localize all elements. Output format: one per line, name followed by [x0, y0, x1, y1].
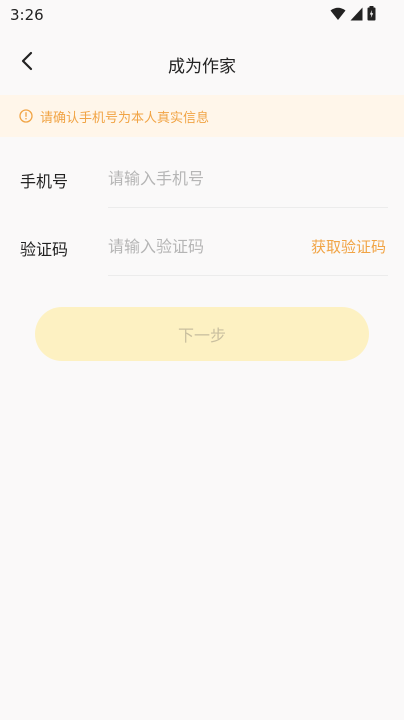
code-row: 验证码 获取验证码	[0, 218, 404, 278]
status-time: 3:26	[10, 6, 44, 24]
info-circle-icon	[19, 109, 33, 123]
status-bar: 3:26	[0, 0, 404, 32]
code-label: 验证码	[20, 240, 69, 259]
code-divider	[108, 275, 388, 276]
battery-icon	[367, 6, 376, 21]
cell-signal-icon	[350, 7, 363, 21]
code-input[interactable]	[108, 228, 298, 264]
notice-text: 请确认手机号为本人真实信息	[40, 110, 210, 126]
status-icons	[330, 6, 376, 21]
phone-label: 手机号	[20, 172, 69, 191]
header: 成为作家	[0, 40, 404, 86]
page-title: 成为作家	[168, 57, 236, 77]
next-button[interactable]: 下一步	[35, 307, 369, 361]
screen: 3:26 成为作家 请确认手机号为本人真实信息 手机号 请输入手机号 验证码 请…	[0, 0, 404, 720]
next-button-label: 下一步	[177, 326, 226, 345]
wifi-icon	[330, 7, 346, 21]
notice-bar: 请确认手机号为本人真实信息	[0, 95, 404, 137]
phone-divider	[108, 207, 388, 208]
phone-input[interactable]	[108, 160, 298, 196]
phone-row: 手机号	[0, 150, 404, 210]
get-code-button[interactable]: 获取验证码	[311, 236, 386, 257]
